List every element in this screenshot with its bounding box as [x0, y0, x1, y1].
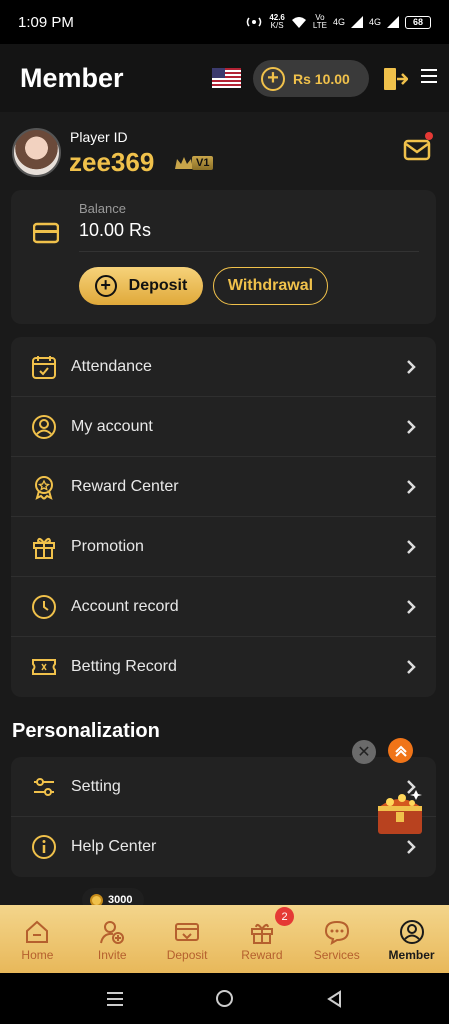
- recents-icon[interactable]: [106, 991, 123, 1006]
- logout-icon[interactable]: [382, 66, 408, 92]
- vip-level: V1: [192, 156, 214, 170]
- section-title-personalization: Personalization: [12, 720, 160, 742]
- status-time: 1:09 PM: [18, 13, 74, 31]
- menu-label: Promotion: [71, 537, 144, 555]
- close-float-button[interactable]: ✕: [352, 740, 376, 764]
- withdrawal-label: Withdrawal: [227, 277, 314, 294]
- us-flag-icon[interactable]: [212, 68, 241, 88]
- chevron-right-icon: [407, 600, 416, 614]
- clock-icon: [32, 594, 56, 619]
- vip-badge: V1: [174, 155, 214, 171]
- deposit-label: Deposit: [128, 277, 188, 294]
- user-circle-icon: [32, 414, 56, 439]
- hamburger-menu-icon[interactable]: [421, 69, 437, 83]
- chevron-right-icon: [407, 840, 416, 854]
- tab-member[interactable]: Member: [374, 905, 449, 973]
- signal-icon: [387, 16, 399, 28]
- menu-item-attendance[interactable]: Attendance: [11, 337, 436, 397]
- plus-icon: +: [94, 275, 117, 297]
- menu-label: Setting: [71, 777, 121, 795]
- credit-card-icon: [33, 222, 59, 244]
- info-icon: [32, 835, 56, 859]
- signal-icon: [350, 16, 363, 28]
- sliders-icon: [34, 777, 54, 796]
- volte-indicator: Vo LTE: [312, 13, 327, 30]
- double-chevron-up-icon: [394, 745, 407, 757]
- balance-value: 10.00 Rs: [79, 220, 152, 240]
- reward-icon: [250, 923, 273, 944]
- tab-label: Invite: [97, 948, 127, 962]
- avatar[interactable]: [12, 128, 61, 177]
- treasure-chest-icon[interactable]: [372, 784, 428, 840]
- deposit-icon: [175, 923, 200, 941]
- app-header: Member + Rs 10.00: [0, 44, 449, 112]
- calendar-check-icon: [32, 355, 56, 379]
- chevron-right-icon: [407, 480, 416, 494]
- ticket-icon: [32, 659, 56, 675]
- chevron-right-icon: [407, 540, 416, 554]
- balance-label: Balance: [79, 201, 126, 216]
- tab-deposit[interactable]: Deposit: [150, 905, 225, 973]
- tab-label: Reward: [241, 948, 283, 962]
- menu-label: Betting Record: [71, 658, 177, 675]
- mail-icon[interactable]: [403, 136, 431, 162]
- tab-invite[interactable]: Invite: [75, 905, 150, 973]
- tab-label: Home: [21, 948, 54, 962]
- balance-card: Balance 10.00 Rs + Deposit Withdrawal: [11, 190, 436, 324]
- divider: [79, 251, 419, 252]
- profile-section: Player ID zee369 V1: [0, 112, 449, 186]
- system-nav-bar: [0, 973, 449, 1024]
- tab-label: Deposit: [166, 948, 208, 962]
- menu-item-betting-record[interactable]: Betting Record: [11, 637, 436, 697]
- menu-item-promotion[interactable]: Promotion: [11, 517, 436, 577]
- reward-badge: 2: [275, 907, 294, 926]
- player-name: zee369: [69, 147, 155, 177]
- menu-label: Help Center: [71, 838, 157, 855]
- player-id-label: Player ID: [70, 129, 128, 145]
- wallet-balance-pill[interactable]: + Rs 10.00: [253, 60, 369, 97]
- member-icon: [399, 920, 424, 944]
- withdrawal-button[interactable]: Withdrawal: [213, 267, 328, 305]
- net-speed: 42.6 K/S: [269, 13, 285, 30]
- chevron-right-icon: [407, 360, 416, 374]
- medal-icon: [35, 475, 53, 500]
- battery-icon: 68: [405, 15, 431, 29]
- crown-icon: [175, 157, 193, 169]
- chevron-right-icon: [407, 420, 416, 434]
- scroll-top-button[interactable]: [388, 738, 413, 763]
- page-title: Member: [20, 62, 124, 93]
- home-icon: [26, 920, 49, 943]
- chevron-right-icon: [407, 660, 416, 674]
- tab-label: Services: [313, 948, 360, 962]
- add-funds-icon[interactable]: +: [261, 66, 285, 91]
- invite-icon: [100, 921, 125, 944]
- status-icons: 42.6 K/S Vo LTE 4G 4G 68: [245, 14, 431, 30]
- member-menu: Attendance My account Reward Center Prom…: [11, 337, 436, 697]
- chat-icon: [324, 920, 349, 945]
- hotspot-icon: [247, 17, 262, 27]
- tab-label: Member: [388, 948, 435, 962]
- menu-item-reward-center[interactable]: Reward Center: [11, 457, 436, 517]
- wallet-amount: Rs 10.00: [293, 70, 350, 87]
- bottom-tab-bar: Home Invite Deposit Reward Services Memb…: [0, 905, 449, 973]
- back-icon[interactable]: [326, 989, 342, 1008]
- menu-label: Attendance: [71, 357, 152, 375]
- tab-services[interactable]: Services: [299, 905, 374, 973]
- menu-label: Account record: [71, 597, 179, 615]
- home-nav-icon[interactable]: [215, 990, 233, 1007]
- signal-2-label: 4G: [368, 17, 381, 27]
- menu-item-account-record[interactable]: Account record: [11, 577, 436, 637]
- menu-label: Reward Center: [71, 477, 179, 495]
- menu-label: My account: [71, 417, 153, 435]
- wifi-icon: [291, 16, 306, 28]
- status-bar: 1:09 PM 42.6 K/S Vo LTE 4G 4G 68: [0, 0, 449, 44]
- tab-home[interactable]: Home: [0, 905, 75, 973]
- menu-item-my-account[interactable]: My account: [11, 397, 436, 457]
- notification-dot: [425, 132, 433, 140]
- gift-icon: [33, 537, 55, 559]
- deposit-button[interactable]: + Deposit: [79, 267, 203, 305]
- signal-1-label: 4G: [332, 17, 345, 27]
